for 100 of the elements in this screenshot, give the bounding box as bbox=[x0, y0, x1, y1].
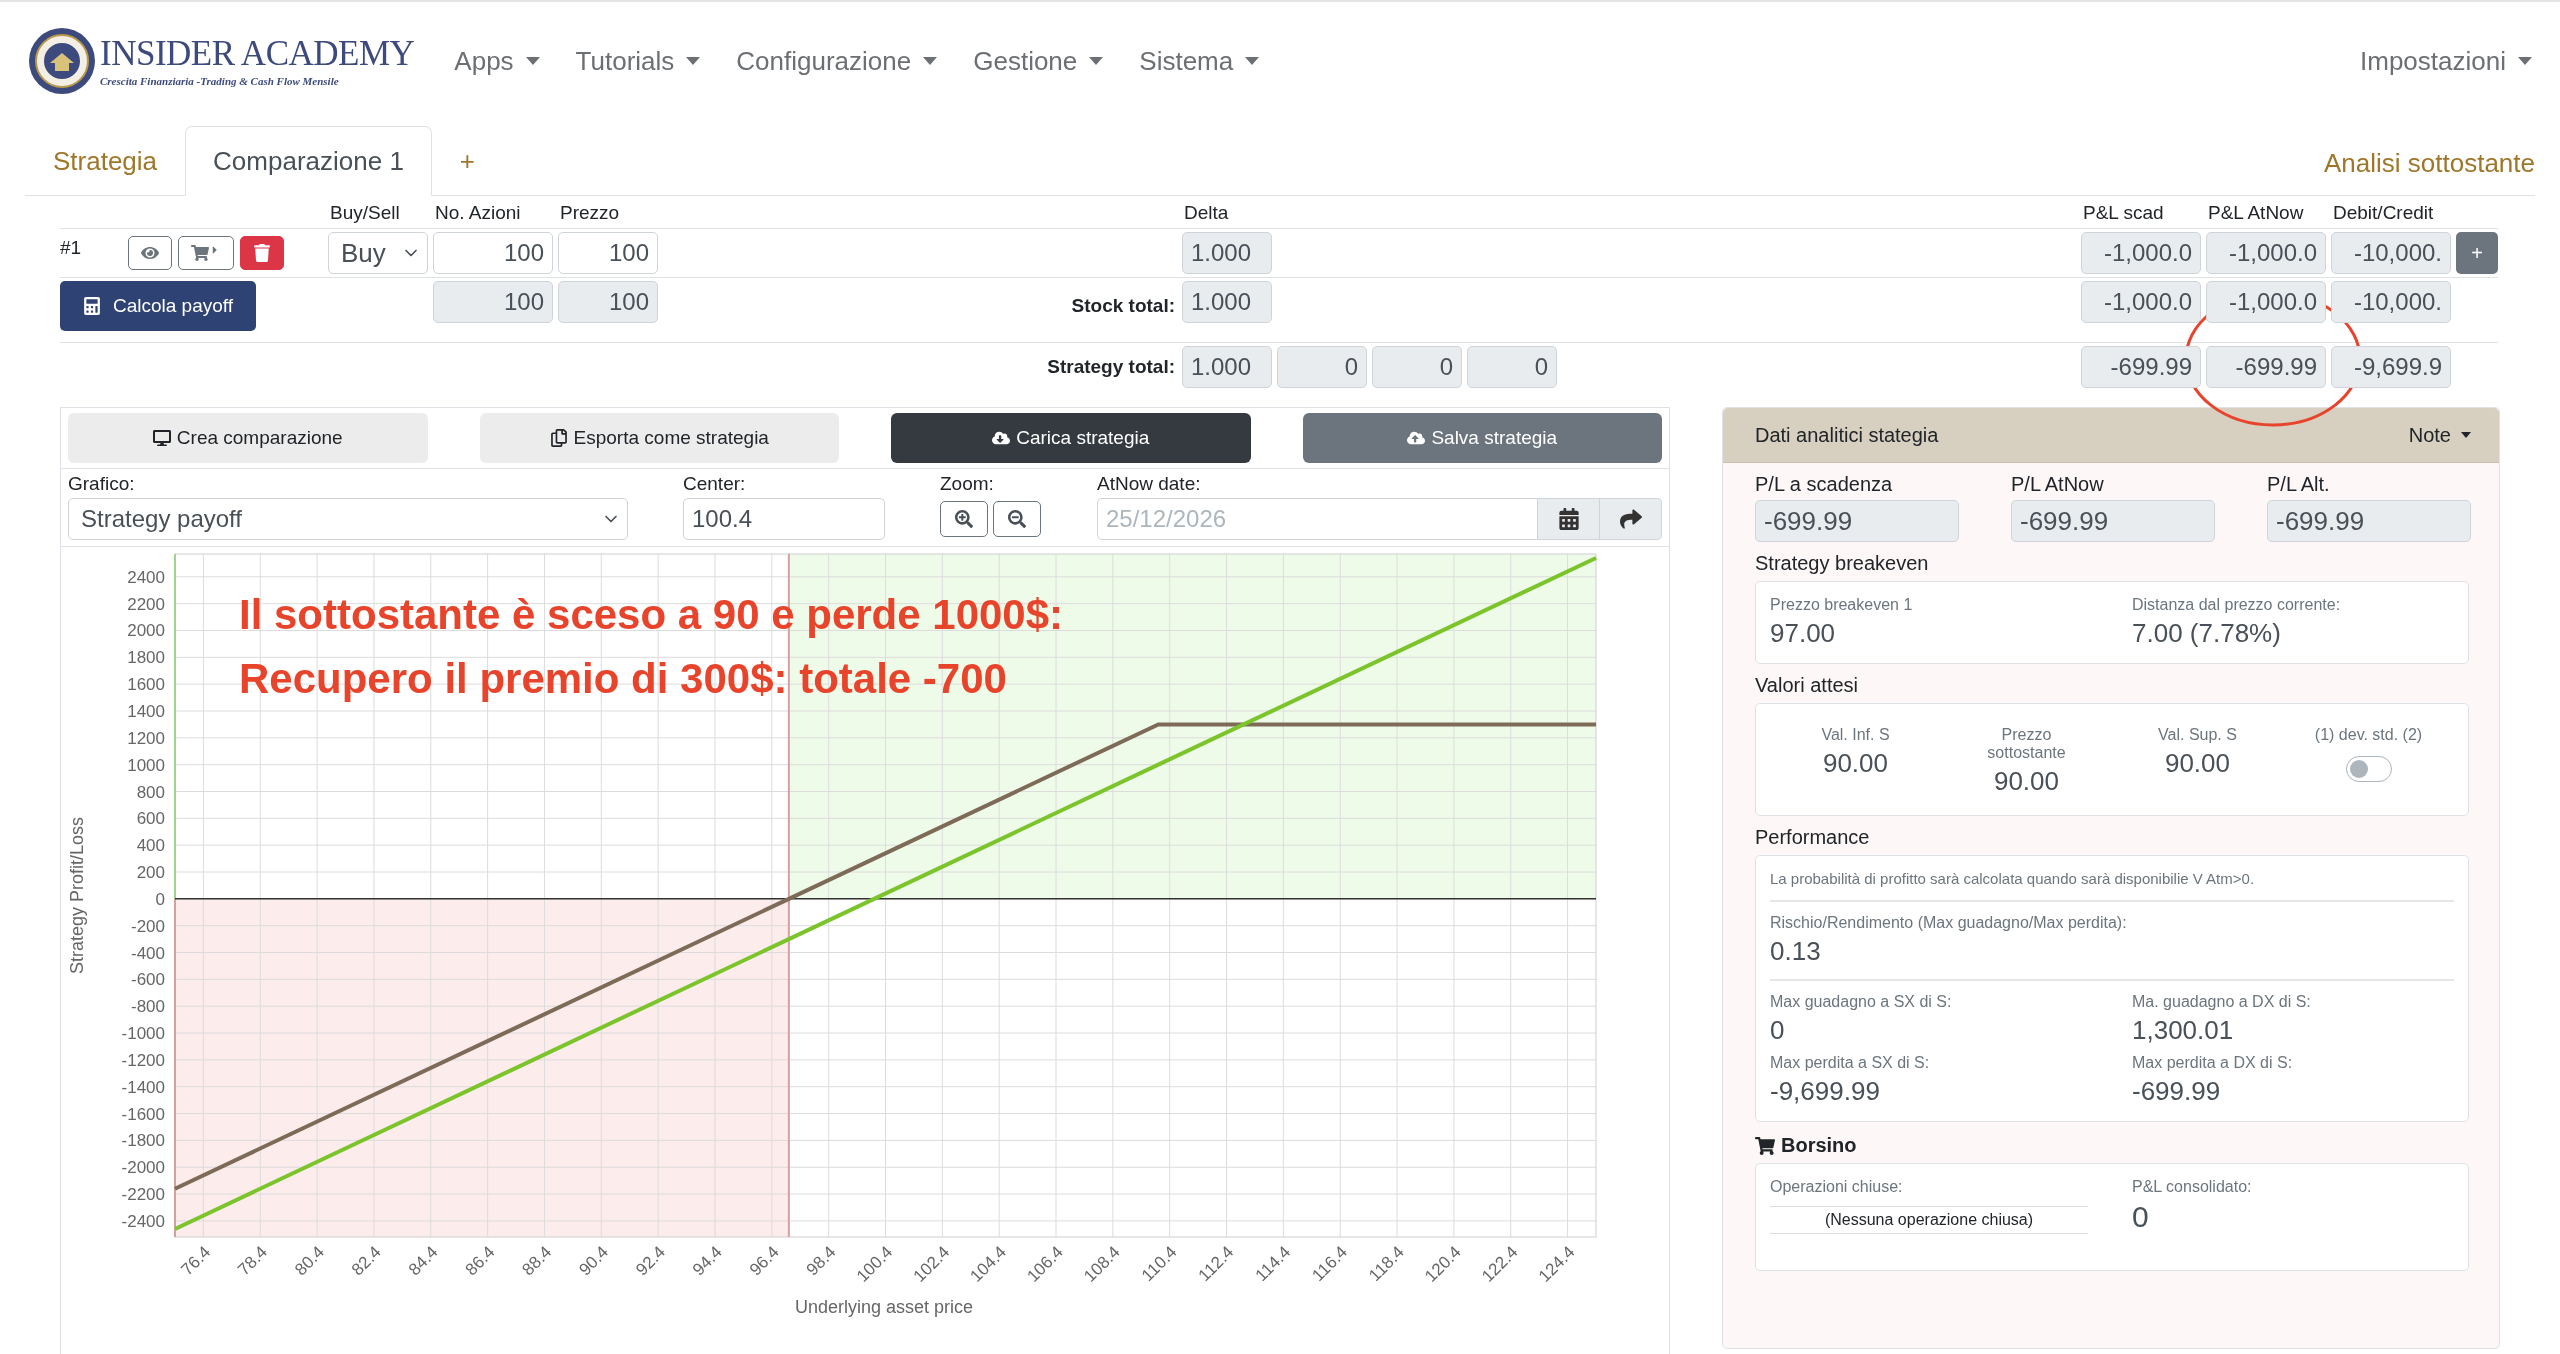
stat-label: Prezzo sottostante bbox=[1986, 726, 2067, 762]
pl-field: -699.99 bbox=[1755, 500, 1959, 542]
price-field: 100 bbox=[558, 281, 658, 323]
y-tick-label: 200 bbox=[136, 863, 165, 882]
add-leg-button[interactable]: + bbox=[2456, 232, 2498, 274]
nav-menu-item[interactable]: Tutorials bbox=[575, 45, 701, 77]
zoom-out-button[interactable] bbox=[993, 501, 1041, 537]
price-field[interactable]: 100 bbox=[558, 232, 658, 274]
stat-value: 90.00 bbox=[1993, 766, 2060, 797]
leg-number: #1 bbox=[60, 237, 83, 260]
view-button[interactable] bbox=[128, 236, 172, 270]
greek-field: 0 bbox=[1372, 346, 1462, 388]
x-axis-title: Underlying asset price bbox=[794, 1297, 974, 1317]
y-tick-label: -600 bbox=[130, 970, 165, 990]
eye-icon bbox=[141, 244, 159, 262]
y-tick-label: -2200 bbox=[121, 1185, 165, 1205]
annotation-text: Recupero il premio di 300$: totale -700 bbox=[239, 654, 1008, 704]
annotation-text: Il sottostante è sceso a 90 e perde 1000$: bbox=[239, 590, 1064, 640]
greek-field: 0 bbox=[1467, 346, 1557, 388]
info-text: La probabilità di profitto sarà calcolata quando sarà disponibilie V Atm>0. bbox=[1770, 870, 2255, 887]
stat-value: -9,699.99 bbox=[1770, 1076, 1880, 1107]
nav-menu-item[interactable]: Sistema bbox=[1139, 45, 1260, 77]
debit-credit-field: -10,000. bbox=[2331, 281, 2451, 323]
settings-menu[interactable]: Impostazioni bbox=[2360, 45, 2532, 77]
tab[interactable]: + bbox=[431, 126, 504, 196]
stat-label: Max perdita a DX di S: bbox=[2132, 1054, 2293, 1072]
std-dev-toggle[interactable] bbox=[2345, 756, 2392, 782]
y-tick-label: 1400 bbox=[127, 702, 165, 721]
y-tick-label: -1000 bbox=[121, 1024, 165, 1044]
caret-icon bbox=[1089, 57, 1104, 65]
calculator-icon bbox=[82, 297, 101, 315]
brand-tagline: Crescita Finanziaria -Trading & Cash Flow Mensile bbox=[100, 74, 340, 87]
y-tick-label: 0 bbox=[155, 889, 165, 909]
share-button[interactable] bbox=[1600, 498, 1662, 540]
calendar-button[interactable] bbox=[1538, 498, 1600, 540]
section-title: Borsino bbox=[1781, 1134, 1857, 1157]
row-label: Stock total: bbox=[1071, 295, 1176, 317]
toggle-label: (1) dev. std. (2) bbox=[2314, 726, 2423, 744]
section-title: Performance bbox=[1755, 826, 1871, 849]
zoom-in-button[interactable] bbox=[940, 501, 988, 537]
calendar-icon bbox=[1557, 508, 1580, 530]
field-label: P/L AtNow bbox=[2011, 473, 2104, 496]
y-tick-label: 600 bbox=[136, 809, 165, 829]
shares-field: 100 bbox=[433, 281, 553, 323]
notes-menu[interactable]: Note bbox=[2408, 423, 2471, 447]
pl-field: -699.99 bbox=[2267, 500, 2471, 542]
calculate-button[interactable]: Calcola payoff bbox=[60, 281, 256, 331]
pl-field: -1,000.0 bbox=[2206, 281, 2326, 323]
analysis-link[interactable]: Analisi sottostante bbox=[2324, 148, 2535, 179]
cloud-upload-icon bbox=[1407, 429, 1426, 447]
field-label: Center: bbox=[683, 473, 747, 495]
cart-icon bbox=[1755, 1135, 1775, 1156]
x-tick-label: 78.4 bbox=[234, 1242, 272, 1280]
side-select[interactable]: Buy bbox=[328, 232, 428, 274]
action-button[interactable]: Salva strategia bbox=[1302, 413, 1662, 463]
debit-credit-field: -9,699.9 bbox=[2331, 346, 2451, 388]
y-tick-label: -2000 bbox=[121, 1158, 165, 1178]
y-tick-label: 2000 bbox=[127, 621, 165, 641]
stat-label: Ma. guadagno a DX di S: bbox=[2132, 993, 2311, 1011]
panel-title: Dati analitici stategia bbox=[1755, 423, 1939, 447]
center-field[interactable]: 100.4 bbox=[683, 498, 885, 540]
action-button[interactable]: Esporta come strategia bbox=[479, 413, 839, 463]
action-button[interactable]: Crea comparazione bbox=[68, 413, 428, 463]
cart-button[interactable] bbox=[178, 236, 234, 270]
tab[interactable]: Comparazione 1 bbox=[185, 126, 432, 196]
action-button[interactable]: Carica strategia bbox=[891, 413, 1251, 463]
debit-credit-field: -10,000. bbox=[2331, 232, 2451, 274]
shares-field[interactable]: 100 bbox=[433, 232, 553, 274]
chart-type-select[interactable]: Strategy payoff bbox=[68, 498, 628, 540]
stat-value: 90.00 bbox=[1822, 748, 1889, 779]
copy-icon bbox=[549, 429, 568, 447]
column-header: Buy/Sell bbox=[329, 201, 401, 225]
brand-name: INSIDER ACADEMY bbox=[100, 35, 415, 71]
delta-field: 1.000 bbox=[1182, 232, 1272, 274]
stat-value: 97.00 bbox=[1770, 618, 1836, 649]
pl-field: -699.99 bbox=[2081, 346, 2201, 388]
delete-button[interactable] bbox=[240, 236, 284, 270]
field-label: P/L Alt. bbox=[2267, 473, 2330, 496]
stat-label: Val. Inf. S bbox=[1820, 726, 1891, 744]
field-label: AtNow date: bbox=[1097, 473, 1202, 495]
section-title: Strategy breakeven bbox=[1755, 552, 1930, 575]
nav-menu-item[interactable]: Apps bbox=[454, 45, 540, 77]
zoom-in-icon bbox=[955, 510, 973, 528]
nav-menu-item[interactable]: Gestione bbox=[973, 45, 1104, 77]
stat-label: Rischio/Rendimento (Max guadagno/Max perdita): bbox=[1770, 914, 2127, 932]
nav-menu-item[interactable]: Configurazione bbox=[736, 45, 938, 77]
tab[interactable]: Strategia bbox=[25, 126, 186, 196]
empty-row: (Nessuna operazione chiusa) bbox=[1770, 1206, 2088, 1234]
stat-label: Distanza dal prezzo corrente: bbox=[2132, 596, 2341, 614]
logo-icon bbox=[28, 27, 96, 95]
stat-value: 1,300.01 bbox=[2132, 1015, 2234, 1046]
pl-field: -1,000.0 bbox=[2206, 232, 2326, 274]
y-tick-label: -800 bbox=[130, 997, 165, 1017]
pl-field: -699.99 bbox=[2011, 500, 2215, 542]
y-tick-label: 2200 bbox=[127, 594, 165, 614]
stat-label: Prezzo breakeven 1 bbox=[1770, 596, 1913, 614]
y-tick-label: -200 bbox=[130, 916, 165, 936]
field-label: Grafico: bbox=[68, 473, 136, 495]
pl-field: -699.99 bbox=[2206, 346, 2326, 388]
field-label: P/L a scadenza bbox=[1755, 473, 1893, 496]
